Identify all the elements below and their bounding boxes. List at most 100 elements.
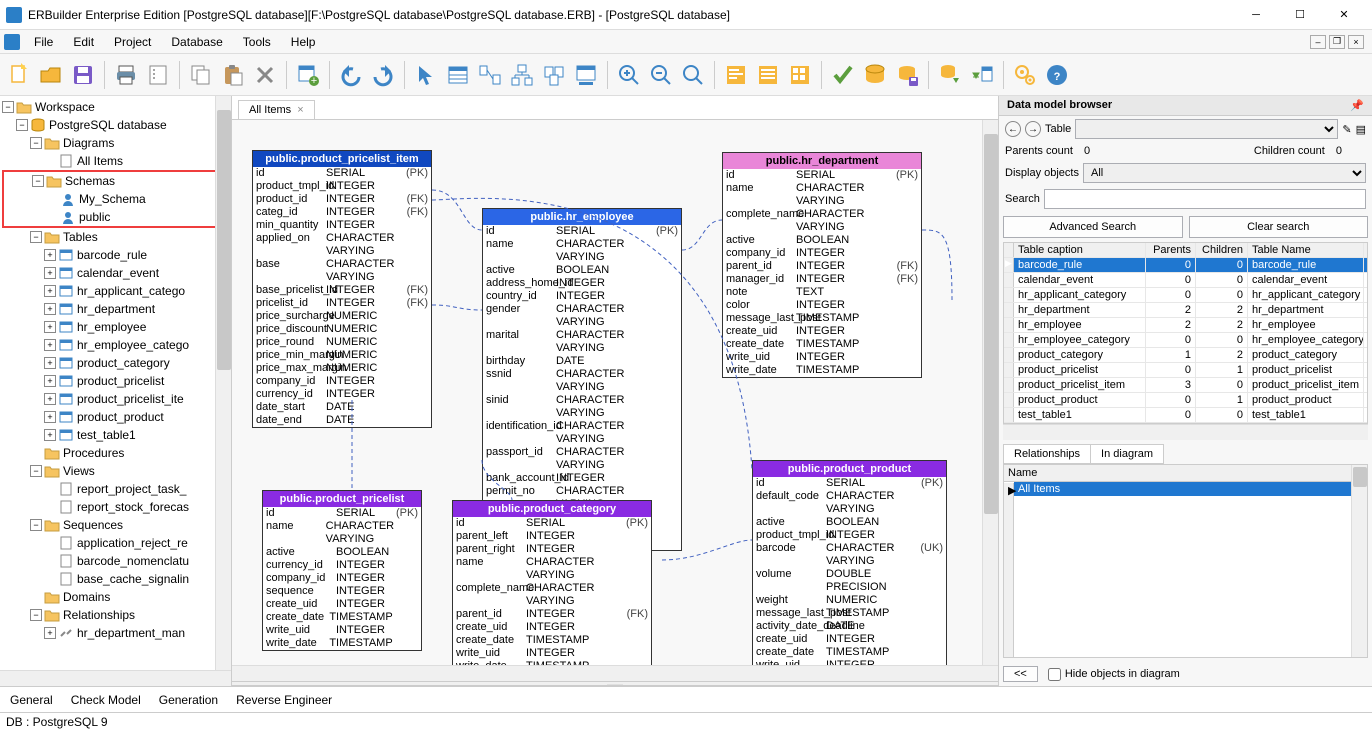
grid-row[interactable]: hr_applicant_category00hr_applicant_cate… <box>1004 288 1367 303</box>
diagram-canvas[interactable]: public.product_pricelist_itemidSERIAL(PK… <box>232 120 998 665</box>
expand-icon[interactable]: + <box>44 411 56 423</box>
paste-button[interactable] <box>218 60 248 90</box>
tree-item[interactable]: +test_table1 <box>2 426 229 444</box>
tree-item[interactable]: +product_product <box>2 408 229 426</box>
tree-item[interactable]: +hr_department_man <box>2 624 229 642</box>
expand-icon[interactable]: + <box>44 375 56 387</box>
expand-icon[interactable]: + <box>44 627 56 639</box>
workspace-tree[interactable]: −Workspace−PostgreSQL database−DiagramsA… <box>0 96 231 670</box>
tab-in-diagram[interactable]: In diagram <box>1090 444 1164 464</box>
tree-item[interactable]: barcode_nomenclatu <box>2 552 229 570</box>
table-select[interactable] <box>1075 119 1338 139</box>
canvas-hscrollbar[interactable] <box>232 665 998 681</box>
collapse-icon[interactable]: − <box>16 119 28 131</box>
menu-project[interactable]: Project <box>104 32 161 52</box>
tree-item[interactable]: +calendar_event <box>2 264 229 282</box>
redo-button[interactable] <box>368 60 398 90</box>
new-button[interactable] <box>4 60 34 90</box>
pin-icon[interactable]: 📌 <box>1350 99 1364 112</box>
tree-item[interactable]: −PostgreSQL database <box>2 116 229 134</box>
db-generate-button[interactable] <box>860 60 890 90</box>
expand-icon[interactable]: + <box>44 267 56 279</box>
report-button[interactable] <box>143 60 173 90</box>
collapse-icon[interactable]: − <box>30 519 42 531</box>
validate-button[interactable] <box>828 60 858 90</box>
tab-relationships[interactable]: Relationships <box>1003 444 1090 464</box>
settings-button[interactable] <box>1010 60 1040 90</box>
doc-restore-button[interactable]: ❐ <box>1329 35 1345 49</box>
nav-prev-button[interactable]: << <box>1003 666 1038 682</box>
zoom-out-button[interactable] <box>646 60 676 90</box>
db-compare-button[interactable] <box>967 60 997 90</box>
tree-item[interactable]: −Workspace <box>2 98 229 116</box>
print-button[interactable] <box>111 60 141 90</box>
erd-table[interactable]: public.product_productidSERIAL(PK)defaul… <box>752 460 947 665</box>
menu-edit[interactable]: Edit <box>63 32 104 52</box>
tree-item[interactable]: public <box>4 208 227 226</box>
doc-close-button[interactable]: × <box>1348 35 1364 49</box>
tree-item[interactable]: +hr_employee_catego <box>2 336 229 354</box>
tree-item[interactable]: +hr_applicant_catego <box>2 282 229 300</box>
tree-item[interactable]: +hr_employee <box>2 318 229 336</box>
tree-item[interactable]: All Items <box>2 152 229 170</box>
erd-table[interactable]: public.hr_departmentidSERIAL(PK)nameCHAR… <box>722 152 922 378</box>
collapse-icon[interactable]: − <box>32 175 44 187</box>
grid-row[interactable]: hr_department22hr_department <box>1004 303 1367 318</box>
new-table-button[interactable]: + <box>293 60 323 90</box>
tree-item[interactable]: −Diagrams <box>2 134 229 152</box>
tree-hscrollbar[interactable] <box>0 670 231 686</box>
grid-hscrollbar[interactable] <box>1003 424 1368 440</box>
goto-icon[interactable]: ▤ <box>1356 123 1366 136</box>
search-input[interactable] <box>1044 189 1366 209</box>
delete-button[interactable] <box>250 60 280 90</box>
collapse-icon[interactable]: − <box>2 101 14 113</box>
maximize-button[interactable]: ☐ <box>1278 1 1322 29</box>
grid-button[interactable] <box>785 60 815 90</box>
tree-item[interactable]: Procedures <box>2 444 229 462</box>
zoom-in-button[interactable] <box>614 60 644 90</box>
collapse-icon[interactable]: − <box>30 137 42 149</box>
erd-table[interactable]: public.product_categoryidSERIAL(PK)paren… <box>452 500 652 665</box>
tree-item[interactable]: report_stock_forecas <box>2 498 229 516</box>
help-button[interactable]: ? <box>1042 60 1072 90</box>
menu-file[interactable]: File <box>24 32 63 52</box>
inherit-tool[interactable] <box>507 60 537 90</box>
grid-row[interactable]: hr_employee_category00hr_employee_catego… <box>1004 333 1367 348</box>
erd-table[interactable]: public.product_pricelist_itemidSERIAL(PK… <box>252 150 432 428</box>
menu-tools[interactable]: Tools <box>233 32 281 52</box>
tables-grid[interactable]: Table captionParentsChildrenTable Name▶b… <box>1003 242 1368 424</box>
hide-objects-checkbox[interactable]: Hide objects in diagram <box>1048 668 1180 681</box>
clear-search-button[interactable]: Clear search <box>1189 216 1369 238</box>
display-objects-select[interactable]: All <box>1083 163 1366 183</box>
tree-item[interactable]: report_project_task_ <box>2 480 229 498</box>
expand-icon[interactable]: + <box>44 429 56 441</box>
grid-row[interactable]: calendar_event00calendar_event <box>1004 273 1367 288</box>
nav-fwd-icon[interactable]: → <box>1025 121 1041 137</box>
db-sync-button[interactable] <box>935 60 965 90</box>
nav-back-icon[interactable]: ← <box>1005 121 1021 137</box>
tree-item[interactable]: −Schemas <box>4 172 227 190</box>
copy-button[interactable] <box>186 60 216 90</box>
tree-item[interactable]: My_Schema <box>4 190 227 208</box>
grid-row[interactable]: product_pricelist01product_pricelist <box>1004 363 1367 378</box>
collapse-icon[interactable]: − <box>30 465 42 477</box>
tree-item[interactable]: +product_pricelist <box>2 372 229 390</box>
tree-item[interactable]: −Sequences <box>2 516 229 534</box>
view-tool[interactable] <box>539 60 569 90</box>
tab-generation[interactable]: Generation <box>159 693 218 707</box>
grid-row[interactable]: ▶barcode_rule00barcode_rule <box>1004 258 1367 273</box>
tree-item[interactable]: +product_category <box>2 354 229 372</box>
zoom-fit-button[interactable] <box>678 60 708 90</box>
tree-item[interactable]: Domains <box>2 588 229 606</box>
grid-row[interactable]: product_product01product_product <box>1004 393 1367 408</box>
note-tool[interactable] <box>571 60 601 90</box>
db-save-button[interactable] <box>892 60 922 90</box>
tree-item[interactable]: −Tables <box>2 228 229 246</box>
tree-item[interactable]: +barcode_rule <box>2 246 229 264</box>
expand-icon[interactable]: + <box>44 249 56 261</box>
tree-item[interactable]: −Views <box>2 462 229 480</box>
grid-row[interactable]: product_pricelist_item30product_pricelis… <box>1004 378 1367 393</box>
grid-row[interactable]: test_table100test_table1 <box>1004 408 1367 423</box>
list-item[interactable]: All Items <box>1014 482 1367 496</box>
align-center-button[interactable] <box>753 60 783 90</box>
